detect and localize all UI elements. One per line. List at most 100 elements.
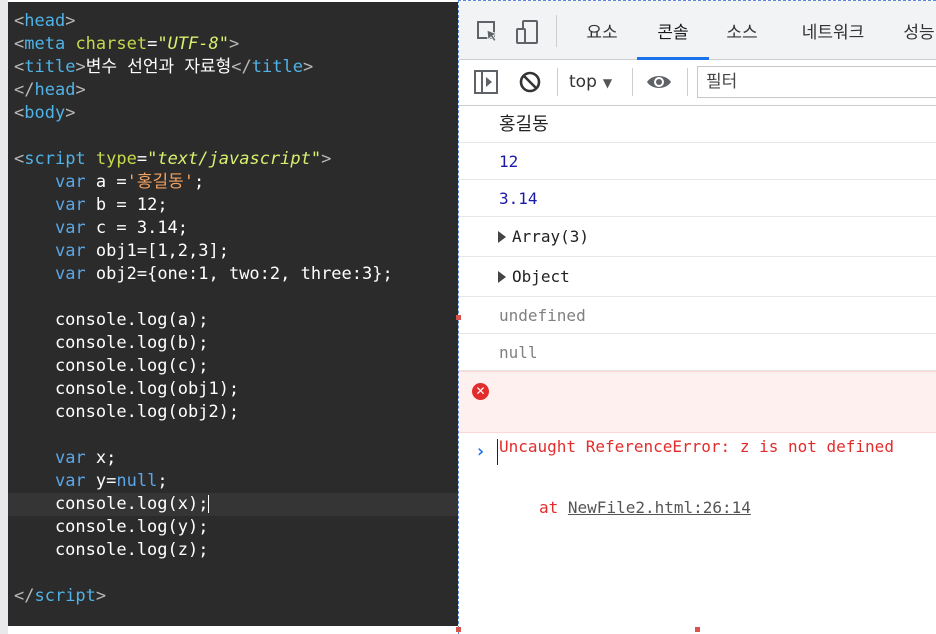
code-token: console.log(y); xyxy=(14,517,209,537)
code-line[interactable]: console.log(obj1); xyxy=(14,378,458,401)
code-line[interactable]: console.log(obj2); xyxy=(14,401,458,424)
console-message[interactable]: Object xyxy=(459,257,936,297)
context-select[interactable]: top ▼ xyxy=(569,68,612,96)
code-token: b = 12; xyxy=(85,195,168,215)
code-line[interactable]: <meta charset="UTF-8"> xyxy=(14,33,458,56)
code-token: y= xyxy=(85,471,117,491)
code-line[interactable] xyxy=(14,286,458,309)
code-token: > xyxy=(65,11,76,31)
code-token: var xyxy=(54,241,86,261)
code-line[interactable]: var obj2={one:1, two:2, three:3}; xyxy=(14,263,458,286)
tab-0[interactable]: 요소 xyxy=(569,11,635,57)
code-line[interactable]: var c = 3.14; xyxy=(14,217,458,240)
resize-handle[interactable] xyxy=(456,627,461,632)
code-line[interactable]: <title>변수 선언과 자료형</title> xyxy=(14,56,458,79)
code-token: var xyxy=(54,195,86,215)
code-line[interactable]: console.log(x); xyxy=(8,493,458,516)
resize-handle[interactable] xyxy=(695,627,700,632)
clear-console-icon[interactable] xyxy=(517,69,543,95)
code-token: < xyxy=(14,34,25,54)
code-token: c = 3.14; xyxy=(85,218,189,238)
code-token: a = xyxy=(85,172,127,192)
code-line[interactable]: <head> xyxy=(14,10,458,33)
code-token: head xyxy=(24,11,66,31)
code-line[interactable]: var b = 12; xyxy=(14,194,458,217)
code-line[interactable]: console.log(a); xyxy=(14,309,458,332)
tab-3[interactable]: 네트워크 xyxy=(781,11,885,57)
console-message[interactable]: Array(3) xyxy=(459,217,936,257)
code-line[interactable]: console.log(c); xyxy=(14,355,458,378)
eye-icon[interactable] xyxy=(645,69,671,95)
editor-gutter xyxy=(0,0,8,634)
devtools-tab-bar: 요소 콘솔 소스 네트워크 성능 xyxy=(459,1,936,60)
console-output: 홍길동 12 3.14 Array(3) Object undefined null ✕ U… xyxy=(459,106,936,517)
code-token: console.log(z); xyxy=(14,540,209,560)
code-line[interactable]: <script type="text/javascript"> xyxy=(14,148,458,171)
tab-separator xyxy=(556,15,557,47)
code-line[interactable]: var a ='홍길동'; xyxy=(14,171,458,194)
resize-handle[interactable] xyxy=(456,315,461,320)
console-message-text: 홍길동 xyxy=(499,114,549,135)
code-lines[interactable]: <head> <meta charset="UTF-8"> <title>변수 선언… xyxy=(8,10,458,608)
code-token: console.log(obj2); xyxy=(14,402,240,422)
x-icon: ✕ xyxy=(472,383,489,400)
code-token: var xyxy=(54,471,86,491)
code-line[interactable]: var x; xyxy=(14,447,458,470)
console-message: 12 xyxy=(459,143,936,180)
tab-4[interactable]: 성능 xyxy=(889,11,936,57)
code-token: script xyxy=(24,149,96,169)
inspect-element-icon[interactable] xyxy=(475,19,501,45)
toolbar-separator xyxy=(632,68,633,96)
code-line[interactable]: var y=null; xyxy=(14,470,458,493)
code-line[interactable] xyxy=(14,125,458,148)
code-token: > xyxy=(95,586,107,606)
code-line[interactable]: </script> xyxy=(14,585,458,608)
filter-input[interactable]: 필터 xyxy=(697,66,936,98)
context-select-value: top xyxy=(569,72,597,92)
code-token: ; xyxy=(194,172,205,192)
error-at-label: at xyxy=(539,498,568,517)
console-message-text: 12 xyxy=(499,152,519,171)
code-token: '홍길동' xyxy=(126,172,195,192)
code-line[interactable] xyxy=(14,562,458,585)
code-token: = xyxy=(136,149,148,169)
code-token: var xyxy=(54,264,86,284)
console-message: undefined xyxy=(459,297,936,334)
code-token: console.log(c); xyxy=(14,356,209,376)
code-token: "UTF-8" xyxy=(157,34,229,54)
prompt-chevron-icon: › xyxy=(475,441,486,462)
console-message-text: 3.14 xyxy=(499,189,538,208)
tab-1[interactable]: 콘솔 xyxy=(637,11,709,60)
code-token: ; xyxy=(157,471,168,491)
code-token: > xyxy=(302,57,314,77)
code-token: title xyxy=(251,57,303,77)
code-token: </ xyxy=(14,80,35,100)
code-token: console.log(b); xyxy=(14,333,209,353)
expand-triangle-icon[interactable] xyxy=(498,270,506,283)
sidebar-toggle-icon[interactable] xyxy=(473,69,499,95)
console-toolbar: top ▼ 필터 xyxy=(459,60,936,106)
console-prompt[interactable]: › xyxy=(459,433,936,473)
console-message-text: null xyxy=(499,343,538,362)
expand-triangle-icon[interactable] xyxy=(498,230,506,243)
console-message-text: Object xyxy=(512,267,570,286)
code-editor[interactable]: <head> <meta charset="UTF-8"> <title>변수 선언… xyxy=(0,0,458,634)
code-token: console.log(x); xyxy=(14,494,209,514)
console-message: 3.14 xyxy=(459,180,936,217)
error-source-link[interactable]: NewFile2.html:26:14 xyxy=(568,498,751,517)
code-line[interactable]: console.log(y); xyxy=(14,516,458,539)
code-line[interactable]: var obj1=[1,2,3]; xyxy=(14,240,458,263)
code-token: charset xyxy=(75,34,148,54)
console-message-text: Array(3) xyxy=(512,227,590,246)
code-line[interactable] xyxy=(14,424,458,447)
code-line[interactable]: console.log(z); xyxy=(14,539,458,562)
tab-2[interactable]: 소스 xyxy=(709,11,775,57)
device-toggle-icon[interactable] xyxy=(515,19,541,45)
code-token: > xyxy=(321,149,332,169)
code-line[interactable]: <body> xyxy=(14,102,458,125)
toolbar-separator xyxy=(557,68,558,96)
code-line[interactable]: console.log(b); xyxy=(14,332,458,355)
code-line[interactable]: </head> xyxy=(14,79,458,102)
code-token: head xyxy=(34,80,76,100)
